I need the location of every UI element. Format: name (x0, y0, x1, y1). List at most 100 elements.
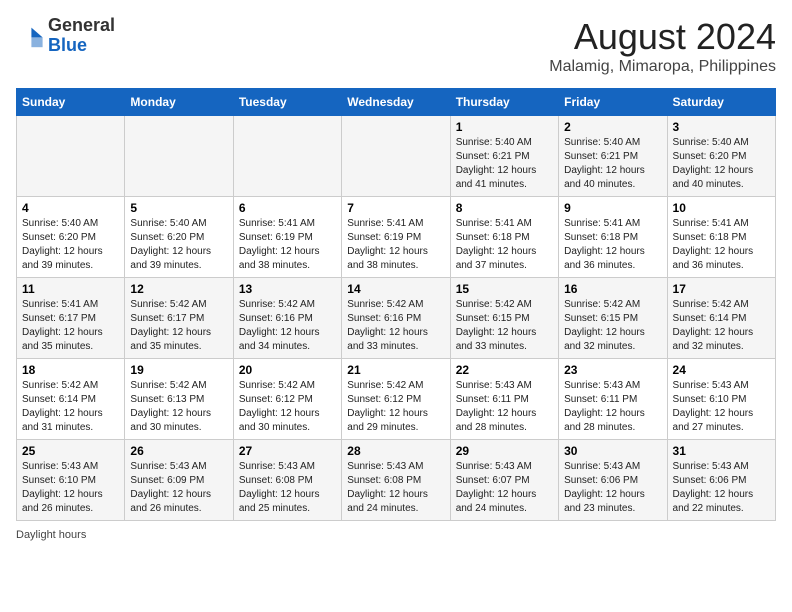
day-header-friday: Friday (559, 89, 667, 116)
day-cell: 29 Sunrise: 5:43 AMSunset: 6:07 PMDayligh… (450, 440, 558, 521)
day-detail: Sunrise: 5:43 AMSunset: 6:06 PMDaylight:… (564, 460, 661, 516)
day-detail: Sunrise: 5:40 AMSunset: 6:20 PMDaylight:… (673, 136, 770, 192)
day-cell: 13 Sunrise: 5:42 AMSunset: 6:16 PMDayligh… (233, 278, 341, 359)
day-cell: 23 Sunrise: 5:43 AMSunset: 6:11 PMDayligh… (559, 359, 667, 440)
day-header-wednesday: Wednesday (342, 89, 450, 116)
day-detail: Sunrise: 5:41 AMSunset: 6:17 PMDaylight:… (22, 298, 119, 354)
day-cell: 26 Sunrise: 5:43 AMSunset: 6:09 PMDayligh… (125, 440, 233, 521)
day-detail: Sunrise: 5:43 AMSunset: 6:11 PMDaylight:… (564, 379, 661, 435)
logo-icon (16, 22, 44, 50)
day-number: 18 (22, 363, 119, 377)
day-cell: 24 Sunrise: 5:43 AMSunset: 6:10 PMDayligh… (667, 359, 775, 440)
day-header-thursday: Thursday (450, 89, 558, 116)
day-number: 21 (347, 363, 444, 377)
day-detail: Sunrise: 5:40 AMSunset: 6:20 PMDaylight:… (22, 217, 119, 273)
day-number: 29 (456, 444, 553, 458)
day-detail: Sunrise: 5:41 AMSunset: 6:18 PMDaylight:… (564, 217, 661, 273)
day-cell: 7 Sunrise: 5:41 AMSunset: 6:19 PMDaylight… (342, 197, 450, 278)
day-number: 10 (673, 201, 770, 215)
day-detail: Sunrise: 5:43 AMSunset: 6:11 PMDaylight:… (456, 379, 553, 435)
day-number: 3 (673, 120, 770, 134)
day-detail: Sunrise: 5:43 AMSunset: 6:10 PMDaylight:… (22, 460, 119, 516)
day-cell: 3 Sunrise: 5:40 AMSunset: 6:20 PMDaylight… (667, 116, 775, 197)
day-number: 22 (456, 363, 553, 377)
day-number: 11 (22, 282, 119, 296)
day-cell: 21 Sunrise: 5:42 AMSunset: 6:12 PMDayligh… (342, 359, 450, 440)
day-number: 27 (239, 444, 336, 458)
day-detail: Sunrise: 5:42 AMSunset: 6:12 PMDaylight:… (347, 379, 444, 435)
day-cell: 8 Sunrise: 5:41 AMSunset: 6:18 PMDaylight… (450, 197, 558, 278)
day-cell (342, 116, 450, 197)
day-detail: Sunrise: 5:41 AMSunset: 6:19 PMDaylight:… (239, 217, 336, 273)
day-number: 2 (564, 120, 661, 134)
day-header-sunday: Sunday (17, 89, 125, 116)
logo-text: General Blue (48, 16, 115, 56)
day-detail: Sunrise: 5:40 AMSunset: 6:21 PMDaylight:… (456, 136, 553, 192)
day-cell: 22 Sunrise: 5:43 AMSunset: 6:11 PMDayligh… (450, 359, 558, 440)
day-detail: Sunrise: 5:43 AMSunset: 6:09 PMDaylight:… (130, 460, 227, 516)
day-detail: Sunrise: 5:41 AMSunset: 6:19 PMDaylight:… (347, 217, 444, 273)
day-number: 28 (347, 444, 444, 458)
day-cell: 2 Sunrise: 5:40 AMSunset: 6:21 PMDaylight… (559, 116, 667, 197)
day-detail: Sunrise: 5:41 AMSunset: 6:18 PMDaylight:… (673, 217, 770, 273)
day-cell: 30Sunrise: 5:43 AMSunset: 6:06 PMDayligh… (559, 440, 667, 521)
day-detail: Sunrise: 5:41 AMSunset: 6:18 PMDaylight:… (456, 217, 553, 273)
day-cell: 1 Sunrise: 5:40 AMSunset: 6:21 PMDaylight… (450, 116, 558, 197)
day-cell: 12 Sunrise: 5:42 AMSunset: 6:17 PMDayligh… (125, 278, 233, 359)
calendar-header: SundayMondayTuesdayWednesdayThursdayFrid… (17, 89, 776, 116)
day-number: 23 (564, 363, 661, 377)
day-number: 24 (673, 363, 770, 377)
day-number: 31 (673, 444, 770, 458)
day-cell: 9Sunrise: 5:41 AMSunset: 6:18 PMDaylight… (559, 197, 667, 278)
page-header: General Blue August 2024 Malamig, Mimaro… (16, 16, 776, 76)
day-cell: 17Sunrise: 5:42 AMSunset: 6:14 PMDayligh… (667, 278, 775, 359)
day-number: 1 (456, 120, 553, 134)
day-cell: 15 Sunrise: 5:42 AMSunset: 6:15 PMDayligh… (450, 278, 558, 359)
day-cell: 14 Sunrise: 5:42 AMSunset: 6:16 PMDayligh… (342, 278, 450, 359)
day-number: 25 (22, 444, 119, 458)
day-detail: Sunrise: 5:40 AMSunset: 6:20 PMDaylight:… (130, 217, 227, 273)
day-cell: 31 Sunrise: 5:43 AMSunset: 6:06 PMDayligh… (667, 440, 775, 521)
day-cell: 19Sunrise: 5:42 AMSunset: 6:13 PMDayligh… (125, 359, 233, 440)
day-cell (125, 116, 233, 197)
day-number: 12 (130, 282, 227, 296)
day-number: 26 (130, 444, 227, 458)
calendar-title: August 2024 (549, 16, 776, 58)
day-detail: Sunrise: 5:40 AMSunset: 6:21 PMDaylight:… (564, 136, 661, 192)
day-detail: Sunrise: 5:43 AMSunset: 6:10 PMDaylight:… (673, 379, 770, 435)
day-detail: Sunrise: 5:42 AMSunset: 6:16 PMDaylight:… (347, 298, 444, 354)
day-detail: Sunrise: 5:43 AMSunset: 6:06 PMDaylight:… (673, 460, 770, 516)
day-header-monday: Monday (125, 89, 233, 116)
day-cell: 6 Sunrise: 5:41 AMSunset: 6:19 PMDaylight… (233, 197, 341, 278)
day-detail: Sunrise: 5:42 AMSunset: 6:17 PMDaylight:… (130, 298, 227, 354)
day-cell: 4 Sunrise: 5:40 AMSunset: 6:20 PMDaylight… (17, 197, 125, 278)
title-block: August 2024 Malamig, Mimaropa, Philippin… (549, 16, 776, 76)
day-cell (17, 116, 125, 197)
day-number: 8 (456, 201, 553, 215)
day-detail: Sunrise: 5:42 AMSunset: 6:15 PMDaylight:… (456, 298, 553, 354)
day-number: 5 (130, 201, 227, 215)
day-number: 6 (239, 201, 336, 215)
day-detail: Sunrise: 5:43 AMSunset: 6:07 PMDaylight:… (456, 460, 553, 516)
day-cell: 18 Sunrise: 5:42 AMSunset: 6:14 PMDayligh… (17, 359, 125, 440)
day-cell: 5 Sunrise: 5:40 AMSunset: 6:20 PMDaylight… (125, 197, 233, 278)
day-number: 14 (347, 282, 444, 296)
calendar-body: 1 Sunrise: 5:40 AMSunset: 6:21 PMDaylight… (17, 116, 776, 521)
day-number: 13 (239, 282, 336, 296)
day-cell: 25 Sunrise: 5:43 AMSunset: 6:10 PMDayligh… (17, 440, 125, 521)
day-detail: Sunrise: 5:42 AMSunset: 6:14 PMDaylight:… (22, 379, 119, 435)
day-detail: Sunrise: 5:42 AMSunset: 6:16 PMDaylight:… (239, 298, 336, 354)
week-row-5: 25 Sunrise: 5:43 AMSunset: 6:10 PMDayligh… (17, 440, 776, 521)
day-number: 4 (22, 201, 119, 215)
day-number: 7 (347, 201, 444, 215)
day-detail: Sunrise: 5:43 AMSunset: 6:08 PMDaylight:… (239, 460, 336, 516)
calendar-table: SundayMondayTuesdayWednesdayThursdayFrid… (16, 88, 776, 521)
day-detail: Sunrise: 5:42 AMSunset: 6:13 PMDaylight:… (130, 379, 227, 435)
week-row-3: 11 Sunrise: 5:41 AMSunset: 6:17 PMDayligh… (17, 278, 776, 359)
day-number: 15 (456, 282, 553, 296)
day-number: 17 (673, 282, 770, 296)
week-row-2: 4 Sunrise: 5:40 AMSunset: 6:20 PMDaylight… (17, 197, 776, 278)
day-detail: Sunrise: 5:43 AMSunset: 6:08 PMDaylight:… (347, 460, 444, 516)
day-header-tuesday: Tuesday (233, 89, 341, 116)
day-cell (233, 116, 341, 197)
